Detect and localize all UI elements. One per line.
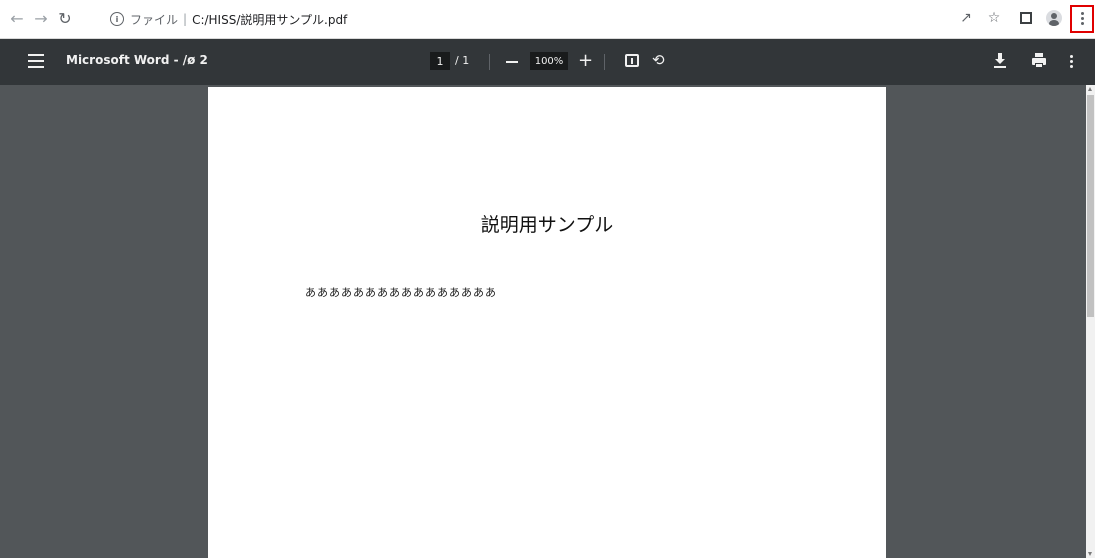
reload-icon[interactable]: ↻	[54, 7, 76, 29]
zoom-level-input[interactable]: 100%	[530, 52, 568, 70]
document-heading: 説明用サンプル	[480, 214, 614, 236]
print-icon[interactable]	[1032, 53, 1046, 69]
address-scheme-label: ファイル	[130, 12, 179, 27]
chrome-menu-highlight-box	[1070, 5, 1094, 33]
zoom-out-icon[interactable]	[506, 61, 518, 63]
pdf-viewer[interactable]: 説明用サンプル ああああああああああああああああ	[0, 85, 1086, 558]
zoom-in-icon[interactable]: +	[578, 50, 593, 72]
rotate-icon[interactable]: ⟲	[652, 51, 665, 69]
scrollbar-thumb[interactable]	[1087, 95, 1094, 317]
page-total: / 1	[455, 54, 470, 67]
address-bar[interactable]: i ファイル | C:/HISS/説明用サンプル.pdf	[100, 6, 945, 32]
document-body-text: ああああああああああああああああ	[305, 286, 497, 299]
fit-to-page-icon[interactable]	[625, 54, 639, 67]
pdf-more-actions-icon[interactable]	[1070, 55, 1073, 68]
share-icon[interactable]: ↗	[955, 7, 977, 29]
page-number-input[interactable]: 1	[430, 52, 450, 70]
star-icon[interactable]: ☆	[983, 7, 1005, 29]
hamburger-menu-icon[interactable]	[28, 54, 44, 68]
scroll-up-arrow-icon[interactable]	[1088, 87, 1092, 91]
toolbar-divider	[489, 54, 490, 70]
toolbar-divider	[604, 54, 605, 70]
pdf-toolbar: Microsoft Word - /ø 2 1 / 1 100% + ⟲	[0, 39, 1095, 85]
pdf-page: 説明用サンプル ああああああああああああああああ	[208, 87, 886, 558]
side-panel-icon[interactable]	[1015, 7, 1037, 29]
address-separator: |	[183, 12, 188, 26]
back-arrow-icon[interactable]: ←	[6, 7, 28, 29]
profile-avatar-icon[interactable]	[1043, 7, 1065, 29]
site-info-icon[interactable]: i	[110, 12, 124, 26]
scroll-down-arrow-icon[interactable]	[1088, 552, 1092, 556]
address-url[interactable]: C:/HISS/説明用サンプル.pdf	[192, 11, 347, 28]
download-icon[interactable]	[993, 53, 1007, 69]
document-title: Microsoft Word - /ø 2	[66, 53, 208, 67]
vertical-scrollbar[interactable]	[1086, 85, 1095, 558]
browser-toolbar: ← → ↻ i ファイル | C:/HISS/説明用サンプル.pdf ↗ ☆	[0, 0, 1095, 39]
forward-arrow-icon[interactable]: →	[30, 7, 52, 29]
